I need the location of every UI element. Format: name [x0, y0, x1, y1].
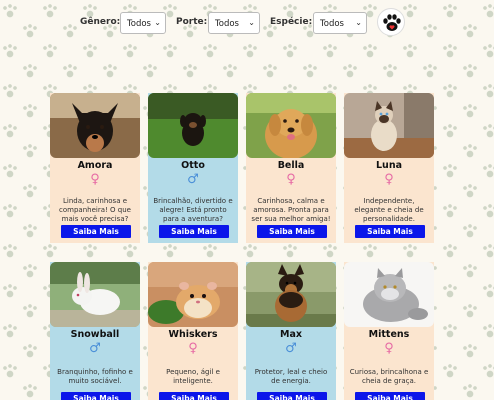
chevron-down-icon: ⌄ — [154, 18, 161, 27]
saiba-mais-button[interactable]: Saiba Mais — [257, 225, 327, 238]
especie-select[interactable]: Todos ⌄ — [313, 12, 367, 34]
saiba-mais-button[interactable]: Saiba Mais — [61, 225, 131, 238]
pet-photo — [246, 93, 336, 158]
pet-card-amora: Amora ♀ Linda, carinhosa e companheira! … — [50, 93, 140, 243]
pet-photo — [344, 262, 434, 327]
pet-description: Independente, elegante e cheia de person… — [354, 197, 424, 223]
female-icon: ♀ — [90, 172, 100, 187]
pet-description: Linda, carinhosa e companheira! O que ma… — [59, 197, 131, 223]
porte-select-value: Todos — [215, 19, 239, 29]
pet-photo — [344, 93, 434, 158]
pet-description: Curiosa, brincalhona e cheia de graça. — [349, 368, 429, 385]
pet-photo — [246, 262, 336, 327]
pet-description: Protetor, leal e cheio de energia. — [254, 368, 328, 385]
pet-card-bella: Bella ♀ Carinhosa, calma e amorosa. Pron… — [246, 93, 336, 243]
especie-select-value: Todos — [320, 19, 344, 29]
female-icon: ♀ — [286, 172, 296, 187]
porte-label: Porte: — [176, 17, 208, 27]
pet-card-max: Max ♂ Protetor, leal e cheio de energia.… — [246, 262, 336, 400]
chevron-down-icon: ⌄ — [248, 18, 255, 27]
saiba-mais-button[interactable]: Saiba Mais — [355, 225, 425, 238]
male-icon: ♂ — [187, 172, 199, 187]
saiba-mais-button[interactable]: Saiba Mais — [257, 392, 327, 400]
pet-description: Carinhosa, calma e amorosa. Pronta para … — [251, 197, 331, 223]
saiba-mais-button[interactable]: Saiba Mais — [61, 392, 131, 400]
genero-label: Gênero: — [80, 17, 121, 27]
pet-card-mittens: Mittens ♀ Curiosa, brincalhona e cheia d… — [344, 262, 434, 400]
saiba-mais-button[interactable]: Saiba Mais — [159, 392, 229, 400]
pet-description: Pequeno, ágil e inteligente. — [166, 368, 220, 385]
porte-select[interactable]: Todos ⌄ — [208, 12, 260, 34]
pet-name: Whiskers — [168, 329, 218, 340]
pet-name: Max — [280, 329, 302, 340]
pet-photo — [148, 93, 238, 158]
pet-card-luna: Luna ♀ Independente, elegante e cheia de… — [344, 93, 434, 243]
female-icon: ♀ — [384, 172, 394, 187]
genero-select-value: Todos — [127, 19, 151, 29]
female-icon: ♀ — [188, 341, 198, 356]
male-icon: ♂ — [89, 341, 101, 356]
pet-name: Luna — [376, 160, 402, 171]
pet-photo — [50, 262, 140, 327]
pet-name: Bella — [277, 160, 305, 171]
pet-card-otto: Otto ♂ Brincalhão, divertido e alegre! E… — [148, 93, 238, 243]
filter-bar: Gênero: Todos ⌄ Porte: Todos ⌄ Espécie: … — [0, 12, 494, 34]
pet-card-whiskers: Whiskers ♀ Pequeno, ágil e inteligente. … — [148, 262, 238, 400]
pet-description: Brincalhão, divertido e alegre! Está pro… — [153, 197, 233, 223]
saiba-mais-button[interactable]: Saiba Mais — [355, 392, 425, 400]
saiba-mais-button[interactable]: Saiba Mais — [159, 225, 229, 238]
paw-logo-icon[interactable] — [377, 8, 405, 36]
chevron-down-icon: ⌄ — [355, 18, 362, 27]
pet-name: Otto — [181, 160, 205, 171]
pet-photo — [50, 93, 140, 158]
genero-select[interactable]: Todos ⌄ — [120, 12, 166, 34]
pet-name: Mittens — [368, 329, 410, 340]
especie-label: Espécie: — [270, 17, 313, 27]
pet-description: Branquinho, fofinho e muito sociável. — [57, 368, 133, 385]
pet-photo — [148, 262, 238, 327]
female-icon: ♀ — [384, 341, 394, 356]
pet-card-snowball: Snowball ♂ Branquinho, fofinho e muito s… — [50, 262, 140, 400]
pet-name: Snowball — [70, 329, 120, 340]
pet-name: Amora — [77, 160, 113, 171]
male-icon: ♂ — [285, 341, 297, 356]
